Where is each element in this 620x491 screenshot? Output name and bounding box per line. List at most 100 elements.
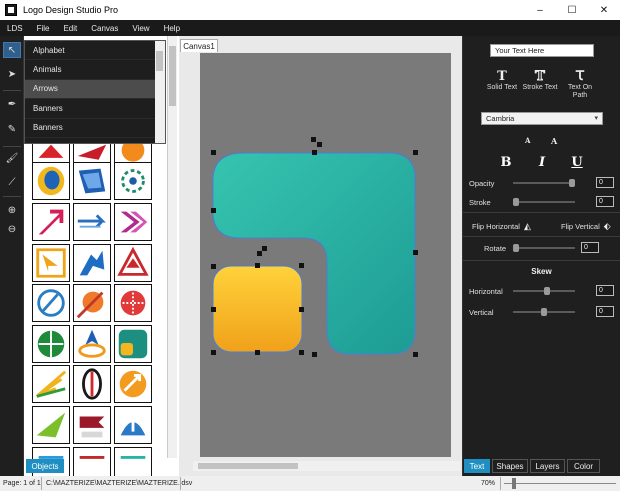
stroke-label: Stroke: [469, 198, 491, 207]
skew-horizontal-value[interactable]: 0: [596, 285, 614, 296]
tool-divider: [3, 196, 21, 197]
flip-horizontal-button[interactable]: Flip Horizontal ◭: [472, 221, 531, 232]
menu-canvas[interactable]: Canvas: [84, 24, 125, 33]
stroke-slider[interactable]: [513, 198, 575, 206]
canvas-tab[interactable]: Canvas1: [180, 39, 218, 52]
rotate-label: Rotate: [484, 244, 507, 253]
object-thumbnail[interactable]: [114, 365, 152, 403]
italic-button[interactable]: I: [535, 154, 549, 170]
category-option-banners-2[interactable]: Banners: [25, 119, 165, 138]
skew-horizontal-slider[interactable]: [513, 287, 575, 295]
select-icon[interactable]: ➤: [3, 66, 21, 82]
solid-text-label: Solid Text: [486, 84, 518, 91]
canvas-document[interactable]: [200, 53, 451, 457]
objects-tab[interactable]: Objects: [26, 459, 64, 473]
text-on-path-button[interactable]: Ꚍ Text On Path: [560, 70, 600, 100]
object-thumbnail[interactable]: [32, 406, 70, 444]
object-thumbnail[interactable]: [73, 284, 111, 322]
properties-panel: Your Text Here T Solid Text T Stroke Tex…: [462, 36, 620, 476]
pen-icon[interactable]: ✒: [3, 96, 21, 112]
divider: [500, 477, 501, 490]
object-thumbnail[interactable]: [32, 284, 70, 322]
divider: [180, 477, 181, 490]
dropdown-scrollbar[interactable]: [155, 41, 165, 143]
object-thumbnail[interactable]: [114, 325, 152, 363]
object-thumbnail[interactable]: [73, 365, 111, 403]
tab-text[interactable]: Text: [464, 459, 490, 473]
menu-bar: LDS File Edit Canvas View Help: [0, 20, 620, 36]
category-option-banners[interactable]: Banners: [25, 99, 165, 119]
solid-text-icon: T: [497, 69, 507, 84]
properties-tabs: Text Shapes Layers Color: [464, 459, 620, 473]
category-dropdown[interactable]: Alphabet Animals Arrows Banners Banners: [24, 40, 166, 144]
rotate-value[interactable]: 0: [581, 242, 599, 253]
object-thumbnail[interactable]: [73, 406, 111, 444]
category-option-animals[interactable]: Animals: [25, 60, 165, 80]
object-thumbnail[interactable]: [32, 203, 70, 241]
category-option-arrows[interactable]: Arrows: [25, 79, 165, 100]
menu-edit[interactable]: Edit: [56, 24, 84, 33]
solid-text-button[interactable]: T Solid Text: [482, 70, 522, 92]
opacity-value[interactable]: 0: [596, 177, 614, 188]
divider: [463, 260, 620, 261]
library-scrollbar[interactable]: [167, 36, 177, 458]
tab-layers[interactable]: Layers: [530, 459, 565, 473]
pencil-icon[interactable]: ✎: [3, 121, 21, 137]
object-thumbnail[interactable]: [114, 244, 152, 282]
menu-file[interactable]: File: [30, 24, 57, 33]
minimize-button[interactable]: –: [524, 0, 556, 20]
object-thumbnail[interactable]: [73, 203, 111, 241]
bold-button[interactable]: B: [499, 154, 513, 170]
skew-horizontal-label: Horizontal: [469, 287, 503, 296]
increase-font-size-icon[interactable]: A: [551, 136, 557, 146]
object-thumbnail[interactable]: [73, 325, 111, 363]
zoom-in-icon[interactable]: ⊕: [3, 202, 21, 218]
category-option-alphabet[interactable]: Alphabet: [25, 41, 165, 61]
decrease-font-size-icon[interactable]: A: [525, 136, 530, 145]
skew-title: Skew: [531, 267, 552, 276]
skew-vertical-slider[interactable]: [513, 308, 575, 316]
flip-vertical-button[interactable]: Flip Vertical ⬖: [561, 221, 611, 232]
rotate-slider[interactable]: [513, 244, 575, 252]
brush-icon[interactable]: 🖌: [3, 150, 21, 166]
stroke-text-button[interactable]: T Stroke Text: [520, 69, 560, 92]
flip-vertical-label: Flip Vertical: [561, 222, 600, 231]
title-bar: Logo Design Studio Pro – ☐ ✕: [0, 0, 620, 20]
text-input[interactable]: Your Text Here: [490, 44, 594, 57]
zoom-slider-handle[interactable]: [512, 478, 516, 489]
object-thumbnail[interactable]: [73, 162, 111, 200]
text-on-path-icon: Ꚍ: [576, 69, 584, 84]
font-select[interactable]: Cambria ▾: [481, 112, 603, 125]
menu-view[interactable]: View: [125, 24, 156, 33]
object-thumbnail[interactable]: [114, 162, 152, 200]
object-thumbnail[interactable]: [114, 406, 152, 444]
menu-help[interactable]: Help: [157, 24, 187, 33]
object-thumbnail[interactable]: [32, 244, 70, 282]
flip-horizontal-label: Flip Horizontal: [472, 222, 520, 231]
file-path: C:\MAZTERIZE\MAZTERIZE\MAZTERIZE.ldsv: [46, 480, 193, 487]
underline-button[interactable]: U: [570, 154, 584, 170]
object-thumbnail[interactable]: [114, 284, 152, 322]
zoom-slider[interactable]: [504, 483, 616, 484]
tab-color[interactable]: Color: [567, 459, 600, 473]
pointer-icon[interactable]: ↖: [3, 42, 21, 58]
skew-vertical-value[interactable]: 0: [596, 306, 614, 317]
object-thumbnail[interactable]: [114, 203, 152, 241]
object-thumbnail[interactable]: [32, 162, 70, 200]
object-thumbnail[interactable]: [32, 325, 70, 363]
canvas-horizontal-scrollbar[interactable]: [193, 461, 460, 471]
maximize-button[interactable]: ☐: [556, 0, 588, 20]
stroke-value[interactable]: 0: [596, 196, 614, 207]
opacity-slider[interactable]: [513, 179, 575, 187]
divider: [463, 212, 620, 213]
wand-icon[interactable]: ⟋: [3, 174, 21, 190]
zoom-out-icon[interactable]: ⊖: [3, 221, 21, 237]
object-thumbnail[interactable]: [32, 365, 70, 403]
tab-shapes[interactable]: Shapes: [492, 459, 528, 473]
flip-vertical-icon: ⬖: [603, 221, 611, 231]
menu-lds[interactable]: LDS: [0, 24, 30, 33]
status-bar: Page: 1 of 1 C:\MAZTERIZE\MAZTERIZE\MAZT…: [0, 476, 620, 491]
object-thumbnail[interactable]: [73, 244, 111, 282]
tool-divider: [3, 146, 21, 147]
close-button[interactable]: ✕: [588, 0, 620, 20]
